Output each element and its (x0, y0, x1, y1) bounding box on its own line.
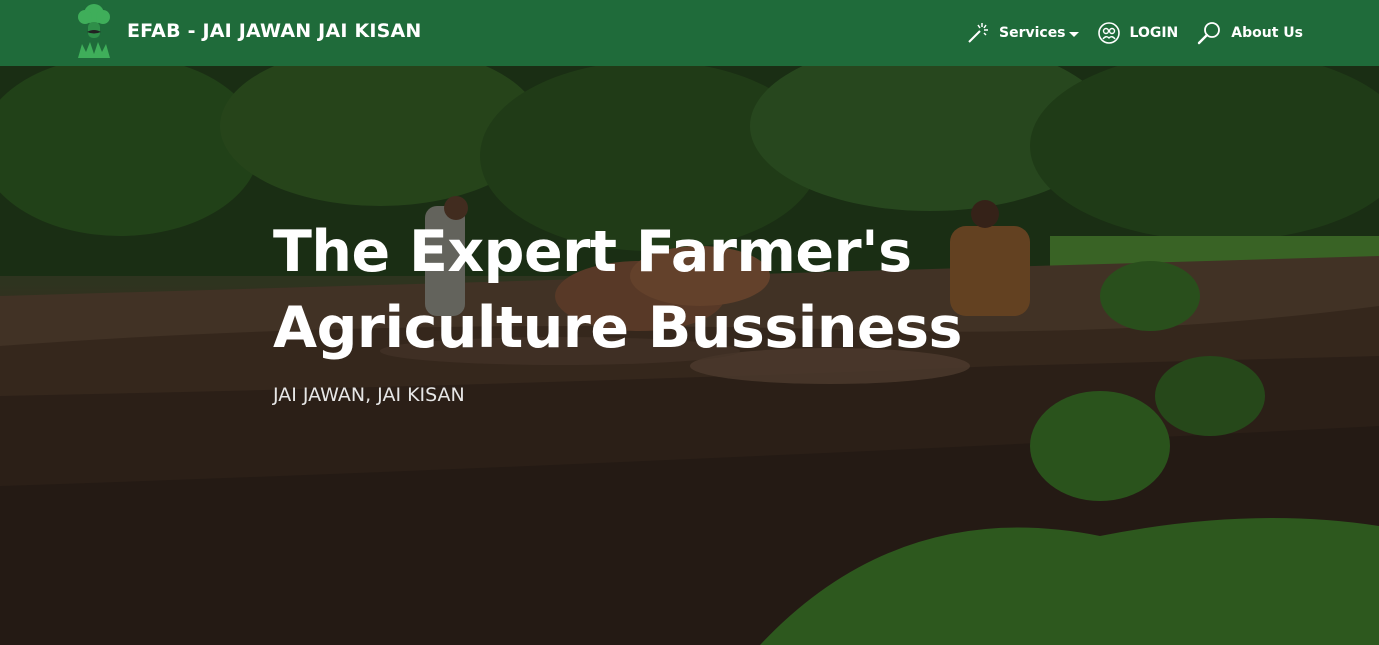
top-navbar: EFAB - JAI JAWAN JAI KISAN Services LOGI… (0, 0, 1379, 66)
chevron-down-icon (1068, 31, 1079, 37)
nav-login-label: LOGIN (1129, 25, 1179, 41)
brand-title: EFAB - JAI JAWAN JAI KISAN (127, 20, 422, 42)
nav-menu: Services LOGIN About Us (948, 0, 1303, 66)
hero-banner: The Expert Farmer's Agriculture Bussines… (0, 66, 1379, 645)
magic-wand-icon (968, 23, 988, 43)
nav-services[interactable]: Services (966, 21, 1079, 45)
hero-subtitle: JAI JAWAN, JAI KISAN (273, 384, 465, 406)
nav-about[interactable]: About Us (1196, 20, 1303, 46)
user-circle-icon (1097, 22, 1120, 44)
brand[interactable]: EFAB - JAI JAWAN JAI KISAN (74, 2, 422, 60)
nav-about-label: About Us (1231, 25, 1303, 41)
nav-services-label: Services (998, 25, 1066, 41)
hero-title-line2: Agriculture Bussiness (273, 295, 962, 361)
hero-title-line1: The Expert Farmer's (273, 219, 912, 285)
nav-login[interactable]: LOGIN (1097, 21, 1179, 45)
farmer-tree-logo-icon (78, 4, 110, 58)
hero-title: The Expert Farmer's Agriculture Bussines… (273, 214, 962, 366)
magnifier-icon (1198, 22, 1221, 45)
